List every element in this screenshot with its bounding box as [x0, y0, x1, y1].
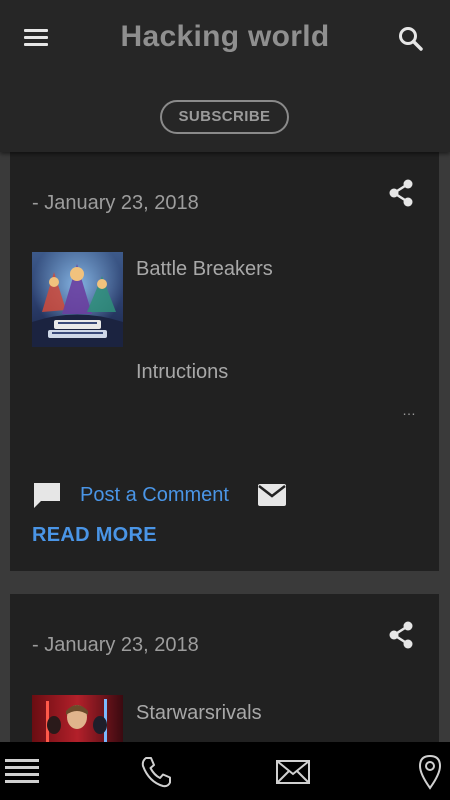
share-icon[interactable]: [386, 620, 416, 650]
post-comment-link[interactable]: Post a Comment: [80, 484, 229, 507]
location-pin-icon[interactable]: [414, 754, 446, 790]
menu-icon[interactable]: [4, 754, 40, 790]
read-more-link[interactable]: READ MORE: [32, 524, 157, 547]
app-screen: Hacking world SUBSCRIBE - January 23, 20…: [0, 0, 450, 800]
post-date: - January 23, 2018: [32, 634, 199, 656]
phone-icon[interactable]: [138, 754, 174, 790]
app-header: Hacking world SUBSCRIBE: [0, 0, 450, 152]
more-indicator: …: [402, 402, 417, 418]
post-thumbnail[interactable]: [32, 252, 123, 347]
post-date: - January 23, 2018: [32, 192, 199, 214]
email-icon[interactable]: [257, 482, 287, 508]
site-title[interactable]: Hacking world: [0, 20, 450, 54]
post-title[interactable]: Battle Breakers: [136, 258, 273, 281]
subscribe-button[interactable]: SUBSCRIBE: [160, 100, 289, 134]
search-icon[interactable]: [396, 24, 426, 54]
email-icon[interactable]: [276, 754, 310, 790]
bottom-navigation: [0, 742, 450, 800]
share-icon[interactable]: [386, 178, 416, 208]
post-title[interactable]: Starwarsrivals: [136, 702, 262, 725]
post-snippet: Intructions: [136, 361, 229, 383]
comment-icon[interactable]: [32, 480, 62, 510]
post-card: - January 23, 2018: [10, 152, 439, 571]
